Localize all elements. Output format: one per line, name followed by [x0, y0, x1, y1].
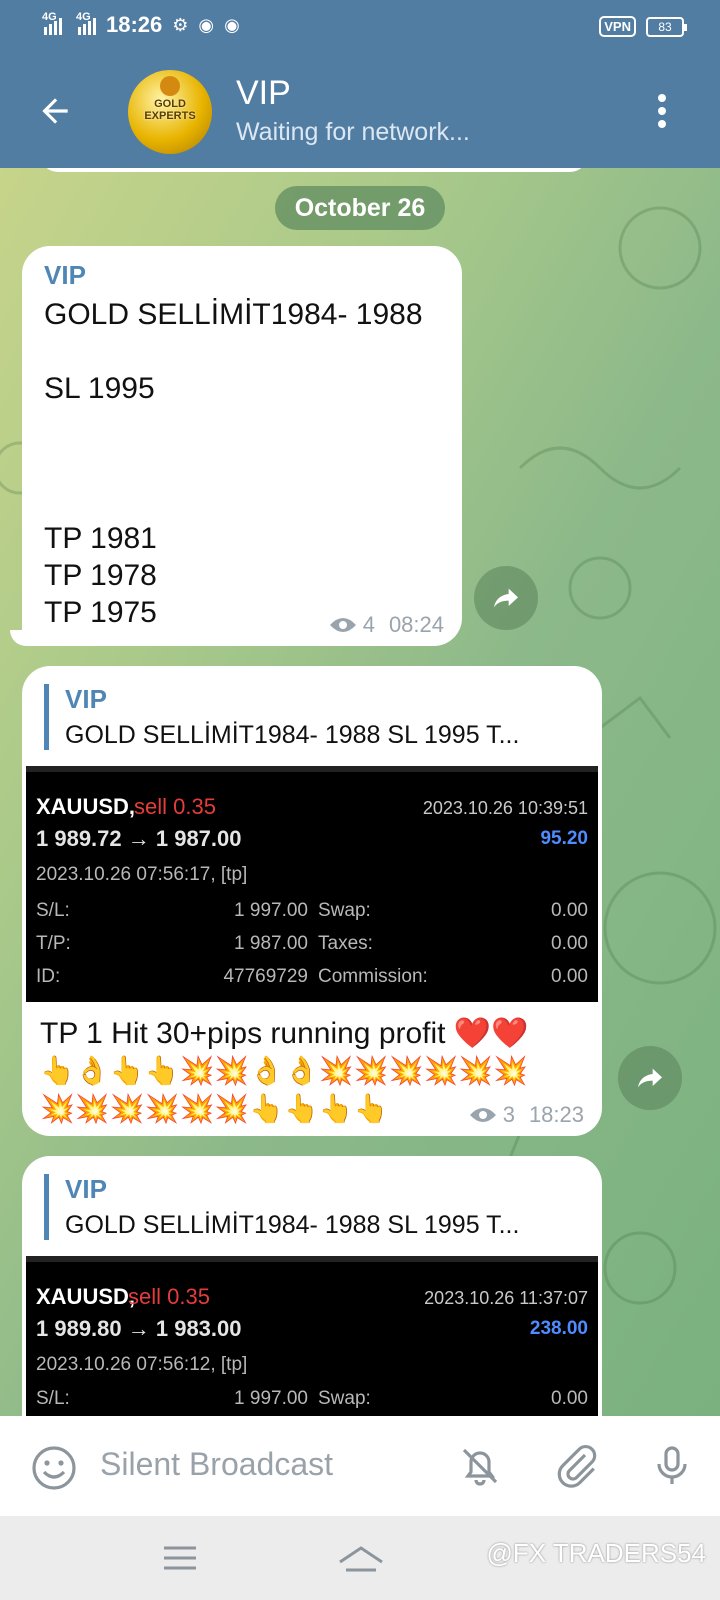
reply-sender: VIP	[65, 1174, 107, 1204]
emoji-line: 👆👌👆👆💥💥👌👌💥💥💥💥💥💥	[40, 1054, 529, 1087]
reply-preview[interactable]: VIP GOLD SELLİMİT1984- 1988 SL 1995 T...	[44, 684, 580, 750]
forward-icon	[638, 1068, 662, 1088]
input-bar: Silent Broadcast	[0, 1416, 720, 1516]
avatar-text: GOLD EXPERTS	[144, 98, 196, 122]
watermark: @FX TRADERS54	[486, 1538, 706, 1568]
message-list[interactable]: October 26 VIP GOLD SELLİMİT1984- 1988 S…	[0, 168, 720, 1416]
chrome-icon: ◉	[224, 14, 240, 35]
vpn-badge: VPN	[599, 16, 636, 37]
trade-side: sell 0.35	[134, 794, 216, 819]
message-text-line: TP 1978	[44, 559, 157, 592]
menu-icon[interactable]	[160, 1542, 200, 1574]
trade-close-date: 2023.10.26 10:39:51	[422, 798, 588, 818]
message-text-line: GOLD SELLİMİT1984- 1988	[44, 298, 423, 331]
status-time: 18:26	[106, 12, 163, 37]
reply-preview[interactable]: VIP GOLD SELLİMİT1984- 1988 SL 1995 T...	[44, 1174, 580, 1240]
chat-header: GOLD EXPERTS VIP Waiting for network...	[0, 56, 720, 168]
trade-screenshot[interactable]: XAUUSD, sell 0.35 2023.10.26 10:39:51 1 …	[26, 766, 598, 1002]
system-nav-bar: @FX TRADERS54	[0, 1516, 720, 1600]
mic-icon[interactable]	[648, 1442, 696, 1490]
back-arrow-icon[interactable]	[36, 92, 74, 130]
date-separator: October 26	[275, 186, 445, 230]
reply-text: GOLD SELLİMİT1984- 1988 SL 1995 T...	[65, 1211, 520, 1239]
reply-text: GOLD SELLİMİT1984- 1988 SL 1995 T...	[65, 721, 520, 749]
message-bubble[interactable]: VIP GOLD SELLİMİT1984- 1988 SL 1995 T...…	[22, 666, 602, 1136]
forward-button[interactable]	[618, 1046, 682, 1110]
view-count: 4	[362, 612, 375, 637]
trade-prices: 1 989.72 → 1 987.00	[36, 826, 242, 851]
battery-icon: 83	[646, 16, 687, 37]
previous-message-edge	[40, 168, 588, 172]
chrome-icon: ◉	[198, 14, 215, 35]
message-sender[interactable]: VIP	[44, 260, 86, 291]
message-bubble[interactable]: VIP GOLD SELLİMİT1984- 1988 SL 1995 TP 1…	[22, 246, 462, 646]
network-type: 4G	[76, 11, 91, 23]
trade-symbol: XAUUSD,	[36, 1284, 136, 1309]
emoji-line: 💥💥💥💥💥💥👆👆👆👆	[40, 1092, 389, 1125]
message-time: 18:23	[528, 1102, 584, 1127]
eye-icon	[469, 1108, 496, 1122]
network-type: 4G	[42, 11, 57, 23]
view-count: 3	[502, 1102, 515, 1127]
message-caption: TP 1 Hit 30+pips running profit ❤️❤️	[40, 1017, 529, 1050]
trade-symbol: XAUUSD,	[36, 794, 136, 819]
trade-profit: 238.00	[529, 1318, 588, 1339]
status-bar: 4G 4G 18:26 ⚙ ◉ ◉ VPN 83	[0, 0, 720, 56]
eye-icon	[329, 618, 356, 632]
message-meta: 4 08:24	[329, 612, 444, 638]
signal-icon: 4G	[42, 11, 62, 35]
trade-close-date: 2023.10.26 11:37:07	[424, 1288, 588, 1308]
message-text-line: TP 1975	[44, 596, 157, 629]
message-time: 08:24	[388, 612, 444, 637]
trade-prices: 1 989.80 → 1 983.00	[36, 1316, 242, 1341]
message-input[interactable]: Silent Broadcast	[100, 1446, 333, 1483]
message-text-line: TP 1981	[44, 522, 157, 555]
trade-open-date: 2023.10.26 07:56:12, [tp]	[36, 1354, 248, 1375]
attach-icon[interactable]	[552, 1442, 600, 1490]
signal-icon: 4G	[76, 11, 96, 35]
reply-sender: VIP	[65, 684, 107, 714]
forward-icon	[494, 588, 518, 608]
trade-open-date: 2023.10.26 07:56:17, [tp]	[36, 864, 248, 885]
avatar[interactable]: GOLD EXPERTS	[128, 70, 212, 154]
emoji-icon[interactable]	[30, 1444, 78, 1492]
chat-title[interactable]: VIP	[236, 74, 291, 113]
message-bubble[interactable]: VIP GOLD SELLİMİT1984- 1988 SL 1995 T...…	[22, 1156, 602, 1416]
gear-icon: ⚙	[172, 14, 189, 35]
trade-side: sell 0.35	[128, 1284, 210, 1309]
forward-button[interactable]	[474, 566, 538, 630]
home-icon[interactable]	[336, 1542, 386, 1578]
chat-status: Waiting for network...	[236, 118, 470, 146]
more-vert-icon[interactable]	[658, 94, 666, 128]
message-text-line: SL 1995	[44, 372, 155, 405]
trade-screenshot[interactable]: XAUUSD, sell 0.35 2023.10.26 11:37:07 1 …	[26, 1256, 598, 1416]
bell-off-icon[interactable]	[456, 1442, 504, 1490]
message-meta: 3 18:23	[469, 1102, 584, 1128]
trade-profit: 95.20	[540, 828, 588, 849]
